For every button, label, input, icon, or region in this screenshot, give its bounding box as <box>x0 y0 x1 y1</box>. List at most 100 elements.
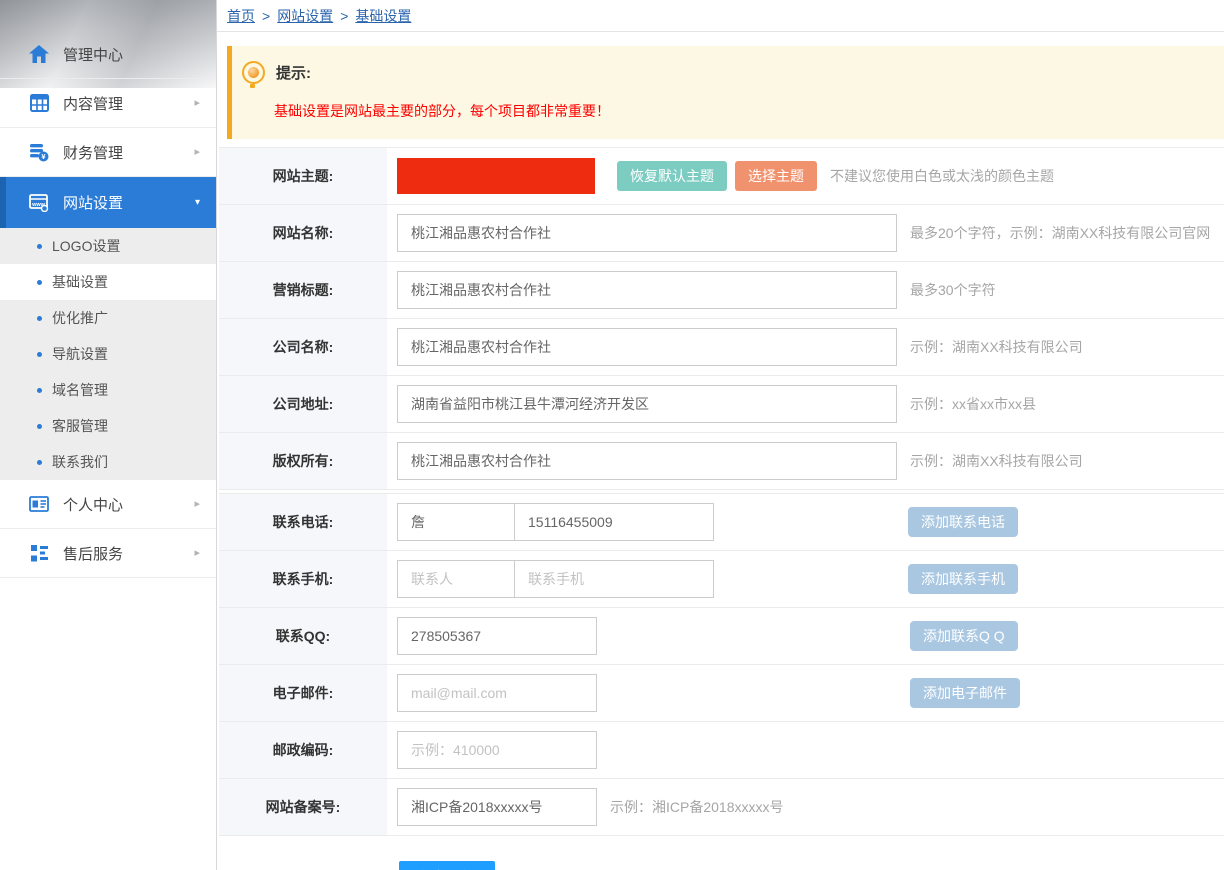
site-name-hint: 最多20个字符，示例：湖南XX科技有限公司官网 <box>910 223 1210 243</box>
sidebar-item-website-settings[interactable]: www 网站设置 ▾ <box>0 177 216 228</box>
bullet-icon <box>37 424 42 429</box>
qq-input[interactable] <box>397 617 597 655</box>
add-email-button[interactable]: 添加电子邮件 <box>910 678 1020 708</box>
marketing-title-input[interactable] <box>397 271 897 309</box>
icp-input[interactable] <box>397 788 597 826</box>
company-name-label: 公司名称: <box>219 319 387 375</box>
sidebar-item-label: 网站设置 <box>63 192 195 213</box>
form-row-marketing-title: 营销标题: 最多30个字符 <box>219 262 1224 319</box>
chevron-right-icon: ▸ <box>194 147 200 158</box>
content-icon <box>28 93 50 113</box>
submenu-item-domain-management[interactable]: 域名管理 <box>0 372 216 408</box>
zip-input[interactable] <box>397 731 597 769</box>
breadcrumb-link-home[interactable]: 首页 <box>227 6 255 26</box>
bullet-icon <box>37 244 42 249</box>
mobile-contact-input[interactable] <box>397 560 515 598</box>
tip-header: 提示: <box>242 61 1214 84</box>
chevron-right-icon: ▸ <box>194 548 200 559</box>
marketing-title-hint: 最多30个字符 <box>910 280 996 300</box>
qq-label: 联系QQ: <box>219 608 387 664</box>
phone-input-group <box>397 503 714 541</box>
tip-box: 提示: 基础设置是网站最主要的部分，每个项目都非常重要！ <box>227 46 1224 139</box>
breadcrumb-separator: > <box>340 8 348 24</box>
breadcrumb-separator: > <box>262 8 270 24</box>
sidebar-item-label: 内容管理 <box>63 93 194 114</box>
add-phone-button[interactable]: 添加联系电话 <box>908 507 1018 537</box>
sidebar-menu: 管理中心 内容管理 ▸ <box>0 0 216 578</box>
submenu-item-label: 联系我们 <box>52 452 108 472</box>
form-row-site-name: 网站名称: 最多20个字符，示例：湖南XX科技有限公司官网 <box>219 205 1224 262</box>
email-label: 电子邮件: <box>219 665 387 721</box>
breadcrumb-link-basic-settings[interactable]: 基础设置 <box>355 6 411 26</box>
choose-theme-button[interactable]: 选择主题 <box>735 161 817 191</box>
sidebar-item-admin-center[interactable]: 管理中心 <box>0 30 216 79</box>
icp-hint: 示例：湘ICP备2018xxxxx号 <box>610 797 783 817</box>
submenu-item-label: 优化推广 <box>52 308 108 328</box>
zip-label: 邮政编码: <box>219 722 387 778</box>
website-icon: www <box>28 193 50 213</box>
form-row-company-name: 公司名称: 示例：湖南XX科技有限公司 <box>219 319 1224 376</box>
form-footer: 保存更新 <box>219 836 1224 870</box>
company-name-input[interactable] <box>397 328 897 366</box>
submenu-item-seo-promotion[interactable]: 优化推广 <box>0 300 216 336</box>
submenu-item-label: 导航设置 <box>52 344 108 364</box>
sidebar-item-label: 财务管理 <box>63 142 194 163</box>
theme-color-swatch[interactable] <box>397 158 595 194</box>
sidebar-item-label: 个人中心 <box>63 494 194 515</box>
admin-page: 管理中心 内容管理 ▸ <box>0 0 1224 870</box>
company-address-hint: 示例：xx省xx市xx县 <box>910 394 1036 414</box>
mobile-number-input[interactable] <box>514 560 714 598</box>
home-icon <box>28 44 50 64</box>
phone-number-input[interactable] <box>514 503 714 541</box>
tip-message: 基础设置是网站最主要的部分，每个项目都非常重要！ <box>274 101 1214 121</box>
sidebar-item-label: 管理中心 <box>63 44 200 65</box>
phone-contact-input[interactable] <box>397 503 515 541</box>
site-name-label: 网站名称: <box>219 205 387 261</box>
company-address-label: 公司地址: <box>219 376 387 432</box>
form-row-zip: 邮政编码: <box>219 722 1224 779</box>
bullet-icon <box>37 352 42 357</box>
tip-title: 提示: <box>276 62 311 83</box>
add-mobile-button[interactable]: 添加联系手机 <box>908 564 1018 594</box>
form-row-phone: 联系电话: 添加联系电话 <box>219 493 1224 551</box>
site-name-input[interactable] <box>397 214 897 252</box>
copyright-input[interactable] <box>397 442 897 480</box>
bullet-icon <box>37 388 42 393</box>
mobile-input-group <box>397 560 714 598</box>
form-row-theme: 网站主题: 恢复默认主题 选择主题 不建议您使用白色或太浅的颜色主题 <box>219 147 1224 205</box>
email-input[interactable] <box>397 674 597 712</box>
submenu-item-basic-settings[interactable]: 基础设置 <box>0 264 216 300</box>
sidebar-item-finance-management[interactable]: ¥ 财务管理 ▸ <box>0 128 216 177</box>
form-row-email: 电子邮件: 添加电子邮件 <box>219 665 1224 722</box>
form-row-mobile: 联系手机: 添加联系手机 <box>219 551 1224 608</box>
sidebar-item-after-sales[interactable]: 售后服务 ▸ <box>0 529 216 578</box>
breadcrumb-link-website-settings[interactable]: 网站设置 <box>277 6 333 26</box>
form-row-qq: 联系QQ: 添加联系Q Q <box>219 608 1224 665</box>
submenu-item-contact-us[interactable]: 联系我们 <box>0 444 216 480</box>
submenu-item-service-management[interactable]: 客服管理 <box>0 408 216 444</box>
breadcrumb: 首页 > 网站设置 > 基础设置 <box>217 0 1224 32</box>
company-address-input[interactable] <box>397 385 897 423</box>
save-update-button[interactable]: 保存更新 <box>399 861 495 870</box>
company-name-hint: 示例：湖南XX科技有限公司 <box>910 337 1083 357</box>
sidebar-item-label: 售后服务 <box>63 543 194 564</box>
bullet-icon <box>37 460 42 465</box>
form-row-copyright: 版权所有: 示例：湖南XX科技有限公司 <box>219 433 1224 490</box>
submenu-item-label: 基础设置 <box>52 272 108 292</box>
main-content: 首页 > 网站设置 > 基础设置 提示: 基础设置是网站最主要的部分，每个项目都… <box>217 0 1224 870</box>
basic-settings-form: 网站主题: 恢复默认主题 选择主题 不建议您使用白色或太浅的颜色主题 网站名称:… <box>219 147 1224 870</box>
restore-default-theme-button[interactable]: 恢复默认主题 <box>617 161 727 191</box>
lightbulb-icon <box>242 61 265 84</box>
sidebar-item-personal-center[interactable]: 个人中心 ▸ <box>0 480 216 529</box>
sidebar-item-content-management[interactable]: 内容管理 ▸ <box>0 79 216 128</box>
finance-icon: ¥ <box>28 142 50 162</box>
personal-icon <box>28 494 50 514</box>
copyright-hint: 示例：湖南XX科技有限公司 <box>910 451 1083 471</box>
phone-label: 联系电话: <box>219 494 387 550</box>
aftersales-icon <box>28 543 50 563</box>
submenu-item-logo-settings[interactable]: LOGO设置 <box>0 228 216 264</box>
submenu-item-nav-settings[interactable]: 导航设置 <box>0 336 216 372</box>
submenu-item-label: LOGO设置 <box>52 236 120 256</box>
marketing-title-label: 营销标题: <box>219 262 387 318</box>
add-qq-button[interactable]: 添加联系Q Q <box>910 621 1018 651</box>
